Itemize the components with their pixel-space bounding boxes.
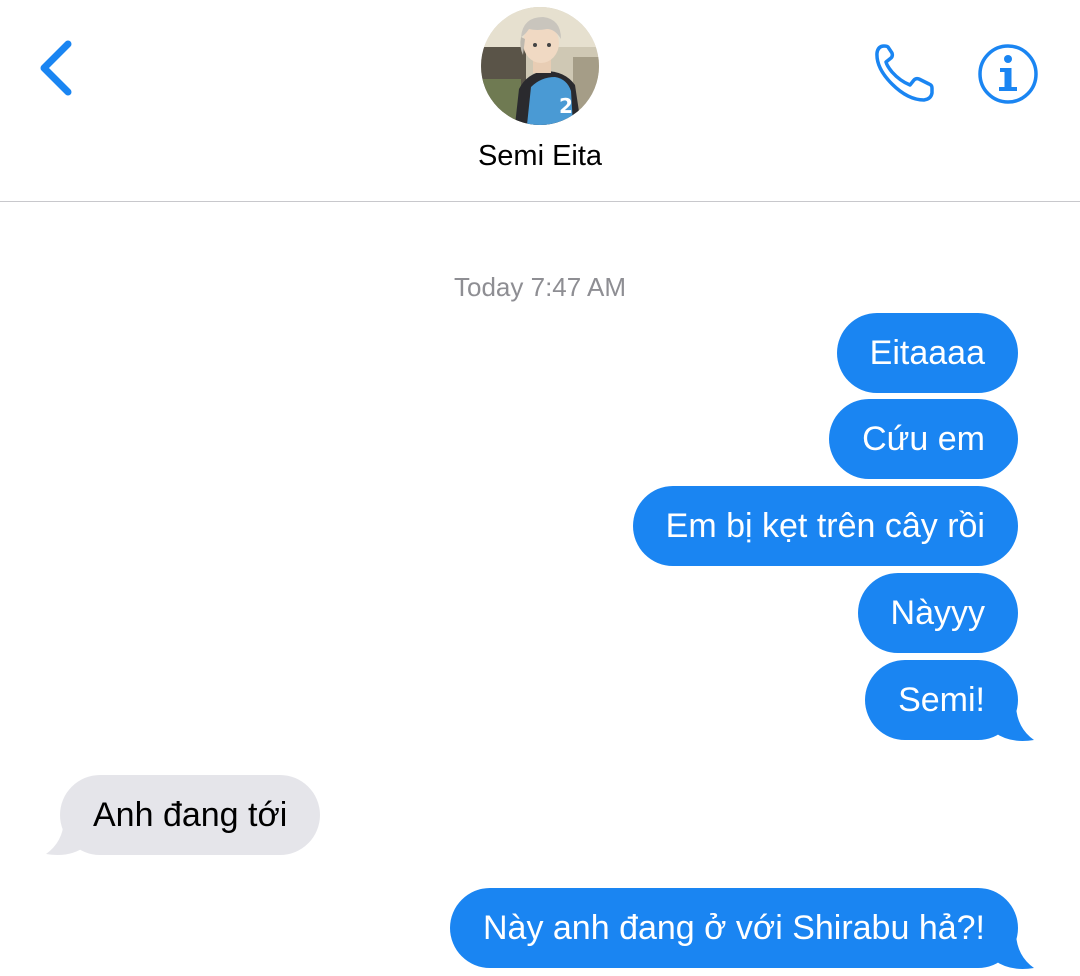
contact-name[interactable]: Semi Eita	[340, 140, 740, 173]
message-timestamp: Today 7:47 AM	[454, 272, 626, 302]
outgoing-bubble-tail	[990, 706, 1034, 741]
outgoing-message-bubble[interactable]: Nàyyy	[857, 573, 1018, 653]
call-button[interactable]	[870, 40, 940, 106]
outgoing-message-bubble[interactable]: Em bị kẹt trên cây rồi	[632, 486, 1018, 566]
contact-avatar[interactable]: 2	[481, 7, 599, 125]
back-button[interactable]	[30, 36, 86, 100]
incoming-message-bubble[interactable]: Anh đang tới	[60, 775, 321, 855]
info-button[interactable]	[976, 42, 1040, 106]
svg-text:2: 2	[559, 94, 573, 118]
incoming-bubble-tail	[46, 820, 90, 855]
chevron-left-icon	[40, 40, 72, 96]
info-icon	[978, 44, 1038, 104]
outgoing-bubble-tail	[990, 934, 1034, 969]
outgoing-message-bubble[interactable]: Cứu em	[829, 399, 1018, 479]
phone-icon	[875, 44, 934, 102]
avatar-image: 2	[481, 7, 599, 125]
outgoing-message-bubble[interactable]: Này anh đang ở với Shirabu hả?!	[449, 888, 1018, 968]
outgoing-message-bubble[interactable]: Eitaaaa	[836, 313, 1018, 393]
conversation-header: 2 Semi Eita	[0, 0, 1080, 202]
